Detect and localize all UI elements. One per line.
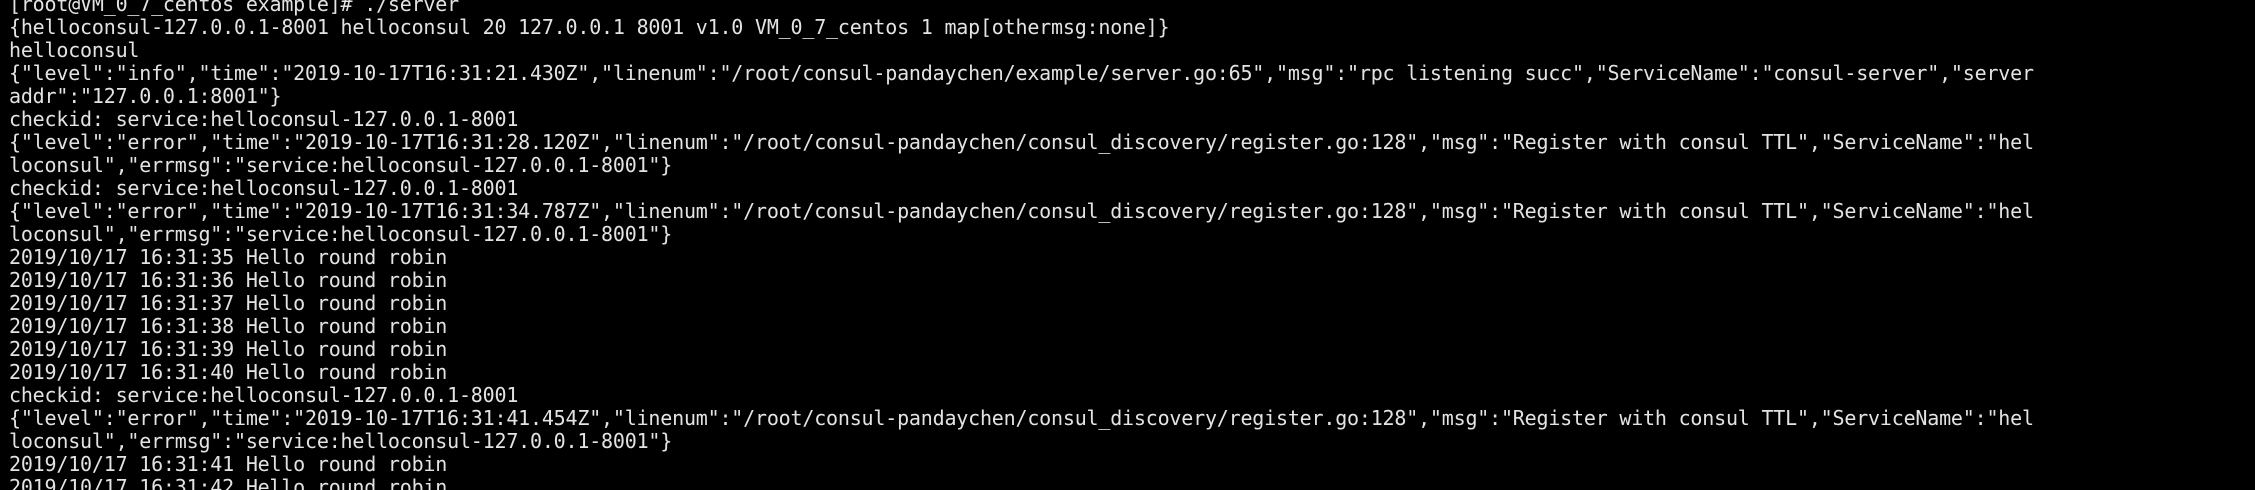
terminal-line: 2019/10/17 16:31:39 Hello round robin	[9, 337, 448, 361]
terminal-line: {helloconsul-127.0.0.1-8001 helloconsul …	[9, 15, 1170, 39]
terminal-line: 2019/10/17 16:31:41 Hello round robin	[9, 452, 448, 476]
terminal-line: checkid: service:helloconsul-127.0.0.1-8…	[9, 176, 519, 200]
terminal-line: 2019/10/17 16:31:40 Hello round robin	[9, 360, 448, 384]
terminal-line: loconsul","errmsg":"service:helloconsul-…	[9, 222, 673, 246]
terminal-line: 2019/10/17 16:31:42 Hello round robin	[9, 475, 448, 490]
terminal-line: checkid: service:helloconsul-127.0.0.1-8…	[9, 107, 519, 131]
terminal-line: helloconsul	[9, 38, 140, 62]
terminal-line: 2019/10/17 16:31:37 Hello round robin	[9, 291, 448, 315]
terminal-line: [root@VM_0_7_centos example]# ./server	[9, 0, 459, 16]
terminal-line: loconsul","errmsg":"service:helloconsul-…	[9, 153, 673, 177]
terminal-line: {"level":"error","time":"2019-10-17T16:3…	[9, 199, 2034, 223]
terminal-line: {"level":"error","time":"2019-10-17T16:3…	[9, 406, 2034, 430]
terminal-line: 2019/10/17 16:31:35 Hello round robin	[9, 245, 448, 269]
terminal-line: checkid: service:helloconsul-127.0.0.1-8…	[9, 383, 519, 407]
terminal-window[interactable]: [root@VM_0_7_centos example]# ./server {…	[0, 0, 2255, 490]
terminal-line: 2019/10/17 16:31:36 Hello round robin	[9, 268, 448, 292]
terminal-line: addr":"127.0.0.1:8001"}	[9, 84, 282, 108]
terminal-line: loconsul","errmsg":"service:helloconsul-…	[9, 429, 673, 453]
terminal-output: [root@VM_0_7_centos example]# ./server {…	[9, 0, 2249, 490]
terminal-line: {"level":"info","time":"2019-10-17T16:31…	[9, 61, 2034, 85]
terminal-line: {"level":"error","time":"2019-10-17T16:3…	[9, 130, 2034, 154]
terminal-line: 2019/10/17 16:31:38 Hello round robin	[9, 314, 448, 338]
